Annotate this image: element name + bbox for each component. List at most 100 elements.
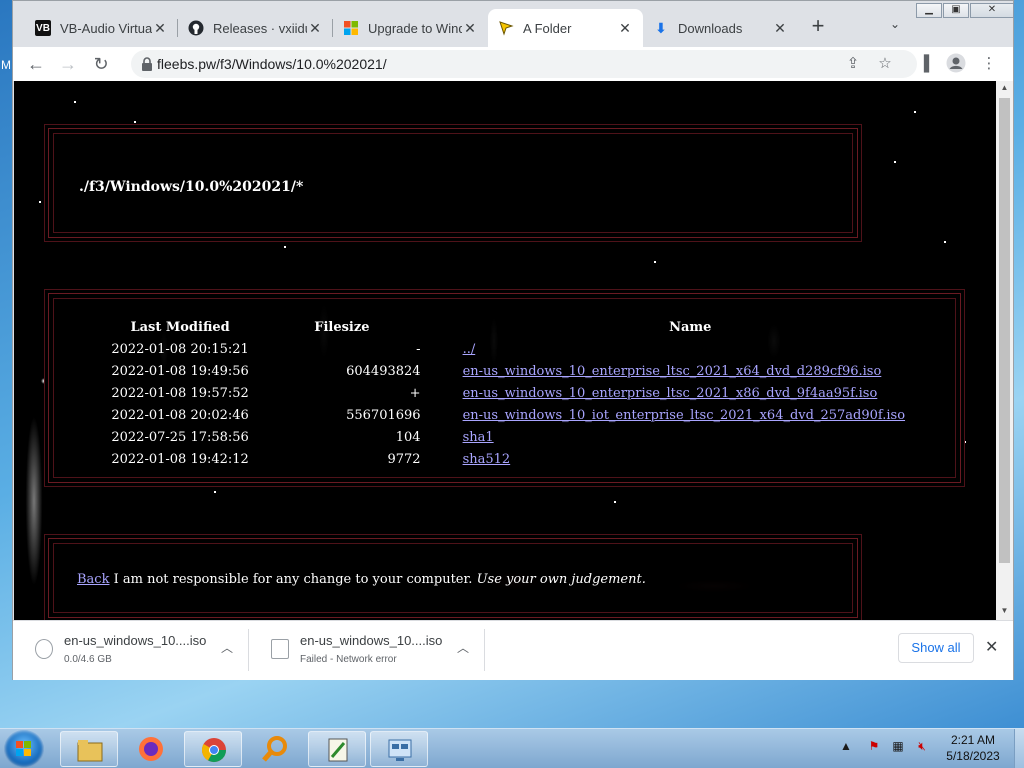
tab-downloads[interactable]: ⬇ Downloads ✕ <box>643 9 798 47</box>
download-icon: ⬇ <box>655 19 667 36</box>
profile-avatar-icon[interactable] <box>945 53 967 75</box>
filesize-cell: 9772 <box>387 451 421 467</box>
back-arrow-icon[interactable]: ← <box>23 51 49 77</box>
tab-search-chevron-icon[interactable]: ⌄ <box>885 17 905 37</box>
search-taskbar-item[interactable] <box>246 731 304 767</box>
bookmark-star-icon[interactable]: ☆ <box>874 53 896 75</box>
file-link[interactable]: en-us_windows_10_iot_enterprise_ltsc_202… <box>463 408 905 423</box>
folder-icon <box>77 740 103 762</box>
close-icon[interactable]: ✕ <box>307 20 323 37</box>
menu-kebab-icon[interactable]: ⋮ <box>978 53 1000 75</box>
last-modified-cell: 2022-01-08 19:49:56 <box>111 363 249 379</box>
scroll-down-arrow-icon[interactable]: ▼ <box>996 604 1013 618</box>
column-header-filesize[interactable]: Filesize <box>263 312 420 338</box>
last-modified-cell: 2022-01-08 19:57:52 <box>111 385 249 401</box>
chevron-up-icon[interactable]: ︿ <box>457 639 469 656</box>
filesize-cell: - <box>416 341 421 357</box>
firefox-taskbar-item[interactable] <box>122 731 180 767</box>
notepad-plus-icon <box>328 738 348 762</box>
file-link[interactable]: sha1 <box>463 430 494 445</box>
tab-a-folder[interactable]: A Folder ✕ <box>488 9 643 47</box>
editor-taskbar-item[interactable] <box>308 731 366 767</box>
close-icon[interactable]: ✕ <box>617 20 633 37</box>
chevron-up-icon[interactable]: ︿ <box>221 639 233 656</box>
tab-releases[interactable]: Releases · vxiidu ✕ <box>178 9 333 47</box>
action-center-flag-icon[interactable]: ⚑ <box>866 739 882 755</box>
new-tab-button[interactable]: + <box>806 15 830 39</box>
download-status: Failed - Network error <box>300 654 397 665</box>
close-icon[interactable]: ✕ <box>985 637 998 657</box>
window-close-button[interactable]: ✕ <box>970 3 1014 18</box>
clock-date: 5/18/2023 <box>946 749 1000 763</box>
url-text: fleebs.pw/f3/Windows/10.0%202021/ <box>157 56 387 72</box>
microsoft-icon <box>343 20 359 36</box>
table-row: 2022-07-25 17:58:56 104 sha1 <box>97 426 960 448</box>
chrome-taskbar-item[interactable] <box>184 731 242 767</box>
listing-panel: Last Modified Filesize Name 2022-01-08 2… <box>48 293 961 483</box>
lock-icon[interactable] <box>141 57 155 71</box>
volume-muted-icon[interactable]: 🔇︎ <box>914 739 930 755</box>
close-icon[interactable]: ✕ <box>462 20 478 37</box>
download-item[interactable]: en-us_windows_10....iso Failed - Network… <box>249 621 485 679</box>
download-filename: en-us_windows_10....iso <box>300 633 443 648</box>
file-link[interactable]: sha512 <box>463 452 511 467</box>
clock-time: 2:21 AM <box>950 733 996 747</box>
file-listing-table: Last Modified Filesize Name 2022-01-08 2… <box>97 312 960 470</box>
tab-vb-audio[interactable]: VB VB-Audio Virtual ✕ <box>25 9 178 47</box>
last-modified-cell: 2022-01-08 20:15:21 <box>111 341 249 357</box>
tab-title: VB-Audio Virtual <box>60 20 152 36</box>
last-modified-cell: 2022-07-25 17:58:56 <box>111 429 249 445</box>
browser-window: VB VB-Audio Virtual ✕ Releases · vxiidu … <box>12 0 1014 680</box>
chrome-icon <box>201 738 226 763</box>
network-icon[interactable]: ▦ <box>890 739 906 755</box>
vertical-scrollbar[interactable]: ▲ ▼ <box>996 81 1013 620</box>
network-app-taskbar-item[interactable] <box>370 731 428 767</box>
download-item[interactable]: en-us_windows_10....iso 0.0/4.6 GB ︿ <box>13 621 249 679</box>
close-icon[interactable]: ✕ <box>152 20 168 37</box>
disclaimer-emphasis: Use your own judgement. <box>476 572 646 587</box>
reload-icon[interactable]: ↻ <box>88 51 114 77</box>
download-shelf: en-us_windows_10....iso 0.0/4.6 GB ︿ en-… <box>13 620 1013 680</box>
parent-directory-link[interactable]: ../ <box>463 342 476 357</box>
file-icon <box>271 639 289 659</box>
file-link[interactable]: en-us_windows_10_enterprise_ltsc_2021_x8… <box>463 386 878 401</box>
filesize-cell: 104 <box>395 429 421 445</box>
scroll-up-arrow-icon[interactable]: ▲ <box>996 81 1013 95</box>
column-header-last-modified[interactable]: Last Modified <box>97 312 263 338</box>
column-header-name[interactable]: Name <box>421 312 960 338</box>
share-icon[interactable]: ⇪ <box>842 53 864 75</box>
close-icon[interactable]: ✕ <box>772 20 788 37</box>
tab-title: A Folder <box>523 20 572 36</box>
minimize-button[interactable]: ▁ <box>916 3 942 18</box>
github-icon <box>188 20 204 36</box>
path-panel: ./f3/Windows/10.0%202021/* <box>48 128 858 238</box>
download-filename: en-us_windows_10....iso <box>64 633 207 648</box>
table-row: 2022-01-08 19:49:56 604493824 en-us_wind… <box>97 360 960 382</box>
page-viewport: ./f3/Windows/10.0%202021/* Last Modified… <box>14 81 996 620</box>
show-desktop-button[interactable] <box>1014 729 1024 768</box>
tray-expand-arrow-icon[interactable]: ▲ <box>838 739 854 755</box>
footer-panel: Back I am not responsible for any change… <box>48 538 858 618</box>
table-row: 2022-01-08 19:57:52 + en-us_windows_10_e… <box>97 382 960 404</box>
explorer-taskbar-item[interactable] <box>60 731 118 767</box>
back-link[interactable]: Back <box>77 572 109 587</box>
show-all-button[interactable]: Show all <box>898 633 974 663</box>
start-button[interactable] <box>4 730 44 768</box>
scrollbar-thumb[interactable] <box>999 98 1010 563</box>
side-panel-icon[interactable]: ▐ <box>913 53 935 75</box>
table-header-row: Last Modified Filesize Name <box>97 312 960 338</box>
maximize-button[interactable]: ▣ <box>943 3 969 18</box>
file-link[interactable]: en-us_windows_10_enterprise_ltsc_2021_x6… <box>463 364 882 379</box>
file-icon <box>35 639 53 659</box>
address-bar[interactable]: fleebs.pw/f3/Windows/10.0%202021/ <box>131 50 917 78</box>
footer-notice: Back I am not responsible for any change… <box>77 572 646 587</box>
clock[interactable]: 2:21 AM 5/18/2023 <box>940 732 1006 764</box>
windows-logo-icon <box>16 741 31 756</box>
tab-title: Releases · vxiidu <box>213 20 307 36</box>
network-window-icon <box>388 739 412 761</box>
page-title: ./f3/Windows/10.0%202021/* <box>79 179 304 195</box>
magnifier-icon <box>262 736 287 762</box>
tab-upgrade-windows[interactable]: Upgrade to Wind ✕ <box>333 9 488 47</box>
forward-arrow-icon[interactable]: → <box>55 51 81 77</box>
filesize-cell: + <box>409 385 421 401</box>
